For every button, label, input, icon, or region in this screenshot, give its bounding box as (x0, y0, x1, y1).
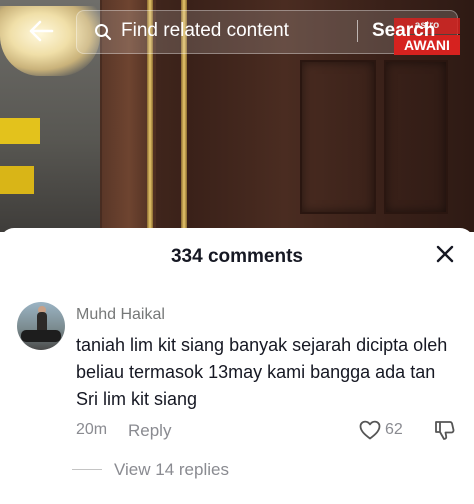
wood-panel (300, 60, 376, 214)
replies-divider (72, 469, 102, 470)
search-divider (357, 20, 358, 42)
search-button[interactable]: Search (372, 20, 435, 42)
dislike-icon[interactable] (433, 418, 457, 442)
close-icon[interactable] (433, 242, 457, 266)
yellow-sign (0, 118, 40, 144)
comment-timestamp: 20m (76, 421, 108, 438)
comments-count: 334 comments (170, 246, 303, 267)
search-icon (95, 24, 112, 41)
wood-panel (384, 60, 448, 214)
yellow-sign (0, 166, 34, 194)
comment-username[interactable]: Muhd Haikal (76, 306, 165, 324)
reply-button[interactable]: Reply (128, 421, 171, 441)
view-replies-button[interactable]: View 14 replies (114, 460, 229, 480)
like-count: 62 (385, 421, 403, 438)
comment-text: taniah lim kit siang banyak sejarah dici… (76, 335, 448, 409)
heart-icon[interactable] (358, 418, 382, 442)
search-input[interactable]: Find related content (121, 20, 289, 42)
back-arrow-icon[interactable] (26, 16, 56, 46)
avatar[interactable] (17, 302, 65, 350)
